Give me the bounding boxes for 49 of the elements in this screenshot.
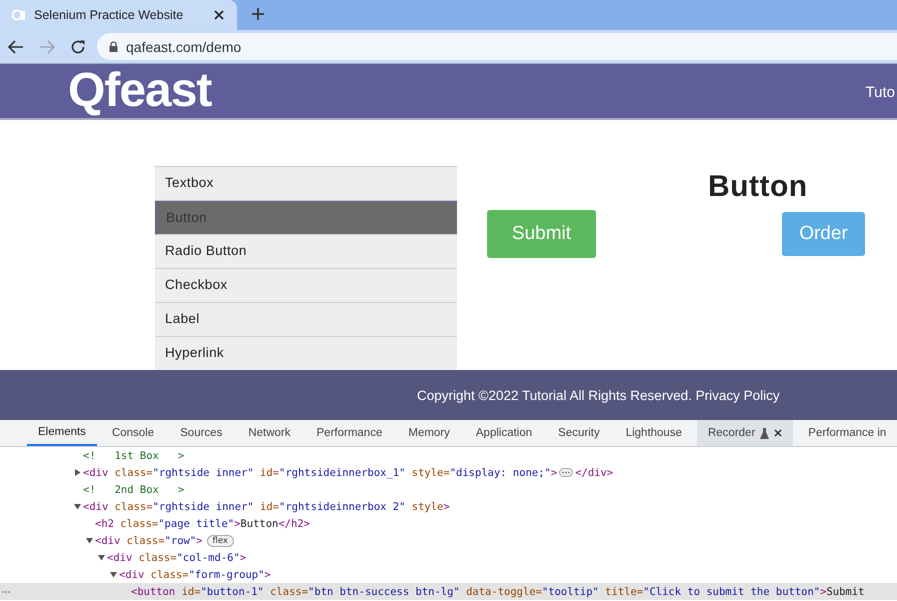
back-arrow-icon[interactable]	[8, 40, 24, 54]
expanded-triangle-icon[interactable]	[74, 503, 81, 510]
reload-icon[interactable]	[70, 38, 86, 54]
devtools-tab[interactable]: Elements	[27, 420, 97, 446]
devtools-tab[interactable]: Lighthouse	[614, 420, 693, 446]
ellipsis-icon[interactable]	[559, 468, 574, 477]
logo[interactable]: Qfeast	[68, 67, 212, 115]
code-comment[interactable]: <! 1st Box >	[83, 450, 184, 462]
code-text[interactable]: <h2 class="page title">Button</h2>	[95, 518, 310, 530]
devtools-tab[interactable]: Console	[100, 420, 166, 446]
devtools-tab[interactable]: Security	[547, 420, 611, 446]
nav-link[interactable]: Tuto	[866, 84, 895, 100]
expanded-triangle-icon[interactable]	[110, 571, 117, 578]
devtools-tab[interactable]: Sources	[169, 420, 234, 446]
page-title: Button	[708, 170, 809, 204]
address-bar[interactable]: qafeast.com/demo	[97, 33, 897, 60]
close-icon[interactable]	[214, 10, 224, 20]
sidebar-item[interactable]: Textbox	[155, 167, 457, 201]
plus-icon[interactable]	[251, 7, 265, 21]
expanded-triangle-icon[interactable]	[98, 554, 105, 561]
flask-icon	[760, 428, 770, 438]
privacy-policy-link[interactable]: Privacy Policy	[696, 388, 780, 402]
copyright-text: Copyright ©2022 Tutorial All Rights Reserved. Privacy Policy	[417, 388, 780, 402]
collapsed-triangle-icon[interactable]	[74, 469, 81, 476]
sidebar-item[interactable]: Checkbox	[155, 269, 457, 303]
more-icon[interactable]	[2, 590, 10, 594]
close-icon[interactable]	[774, 429, 782, 437]
code-text[interactable]: <div class="form-group">	[119, 568, 271, 580]
devtools-tab[interactable]: Recorder	[696, 420, 794, 446]
expanded-triangle-icon[interactable]	[86, 537, 93, 544]
devtools-tab[interactable]: Performance	[306, 420, 394, 446]
code-text[interactable]: <div class="col-md-6">	[107, 552, 246, 564]
browser-tab[interactable]: Selenium Practice Website	[0, 0, 237, 30]
lock-icon	[109, 41, 118, 52]
devtools-tab[interactable]: Memory	[397, 420, 461, 446]
sidebar-item[interactable]: Radio Button	[155, 235, 457, 269]
sidebar-item[interactable]: Hyperlink	[155, 337, 457, 370]
code-text[interactable]: <div class="row">	[95, 534, 202, 546]
code-text[interactable]: <div class="rghtside inner" id="rghtsideinnerbox_1" style="display: none;">	[83, 466, 558, 478]
sidebar-item[interactable]: Label	[155, 303, 457, 337]
devtools-tab[interactable]: Application	[464, 420, 544, 446]
devtools-tab[interactable]: Network	[237, 420, 302, 446]
flex-badge[interactable]: flex	[206, 534, 234, 546]
tab-title: Selenium Practice Website	[34, 8, 184, 22]
logo-icon	[12, 8, 26, 22]
devtools-tab[interactable]: Performance in	[797, 420, 897, 446]
code-text[interactable]: <div class="rghtside inner" id="rghtsideinnerbox 2" style>	[83, 500, 450, 512]
code-comment[interactable]: <! 2nd Box >	[83, 484, 184, 496]
code-text[interactable]: </div>	[575, 466, 614, 478]
